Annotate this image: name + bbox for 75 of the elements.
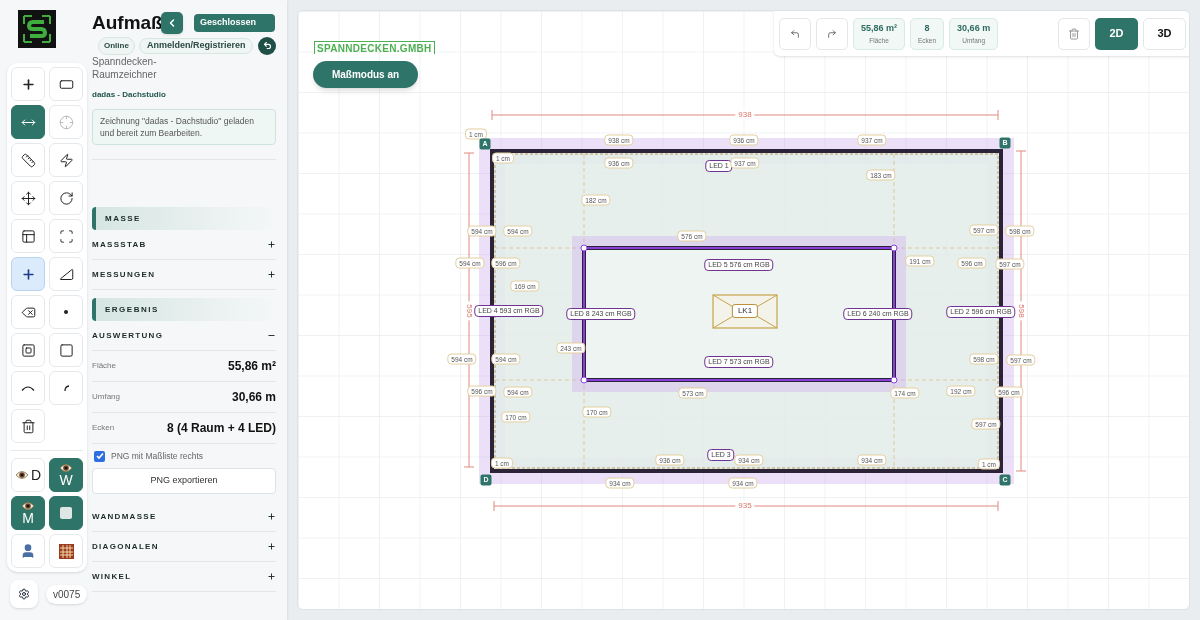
settings-icon [18, 588, 30, 600]
person-icon [20, 543, 36, 559]
redo-icon [827, 28, 837, 39]
measure-mode-button[interactable]: Maßmodus an [313, 61, 418, 88]
login-button[interactable]: Anmelden/Registrieren [138, 37, 254, 54]
app-title: Aufmaß [92, 10, 161, 35]
nested-square-icon [20, 342, 36, 358]
result-label: Umfang [92, 391, 120, 403]
eye-icon [59, 463, 73, 473]
trash-icon [1068, 27, 1080, 40]
frame-icon [58, 228, 74, 244]
layer-toggle[interactable] [49, 496, 83, 530]
expand-icon [267, 572, 276, 581]
app-subtitle: Raumzeichner [92, 68, 158, 81]
move-icon [20, 190, 36, 206]
undo-icon [262, 41, 272, 50]
brand-logo: SPANNDECKEN.GMBH [314, 41, 435, 54]
undo-icon [790, 28, 800, 39]
add-icon [20, 76, 36, 92]
collapse-button[interactable] [161, 12, 183, 34]
app-subtitle: Spanndecken- [92, 55, 158, 68]
grid-button[interactable] [49, 534, 83, 568]
result-value: 8 (4 Raum + 4 LED) [166, 420, 276, 437]
square-icon [60, 507, 72, 519]
view-mode-tab[interactable]: 2D [1095, 17, 1138, 50]
rotate-icon [58, 190, 74, 206]
crosshair-icon [58, 114, 74, 130]
info-message: Zeichnung "dadas - Dachstudio" geladen und bereit zum Bearbeiten. [92, 109, 276, 145]
accordion-header[interactable]: AUSWERTUNG [92, 321, 276, 351]
eye-icon [14, 470, 29, 480]
result-label: Ecken [92, 422, 115, 434]
dimension-label: 595 [464, 301, 474, 321]
checkbox[interactable] [94, 450, 105, 462]
result-value: 55,86 m² [227, 358, 276, 375]
accordion-header[interactable]: WANDMASSE [92, 502, 276, 532]
dimension-label: 598 [1016, 301, 1026, 321]
result-value: 30,66 m [231, 389, 276, 406]
arc-icon [21, 385, 35, 391]
layer-toggle[interactable]: M [11, 496, 45, 530]
layer-toggle[interactable]: W [49, 458, 83, 492]
expand-icon [267, 270, 276, 279]
result-label: Fläche [92, 360, 116, 372]
expand-icon [267, 542, 276, 551]
view-mode-tab[interactable]: 3D [1143, 17, 1186, 50]
ruler-icon [20, 152, 36, 168]
status-badge: Geschlossen [194, 14, 275, 32]
grid-icon [58, 543, 74, 559]
accordion-header[interactable]: MASSSTAB [92, 230, 276, 260]
accordion-header[interactable]: MESSUNGEN [92, 260, 276, 290]
backspace-icon [20, 304, 36, 320]
version-badge: v0075 [46, 584, 88, 604]
expand-icon [267, 512, 276, 521]
online-badge: Online [98, 36, 135, 55]
dot-icon [64, 310, 68, 314]
eye-icon [21, 501, 35, 511]
accordion-header[interactable]: WINKEL [92, 562, 276, 592]
undo-button[interactable] [258, 36, 276, 55]
add-icon [20, 266, 36, 282]
dimension-label: 938 [735, 110, 755, 120]
export-button[interactable]: PNG exportieren [92, 468, 276, 494]
accordion-header[interactable]: DIAGONALEN [92, 532, 276, 562]
right-triangle-icon [58, 266, 74, 282]
logo [18, 10, 56, 48]
checkbox-label: PNG mit Maßliste rechts [111, 449, 204, 463]
project-name: dadas - Dachstudio [92, 89, 167, 101]
square-icon [58, 342, 74, 358]
fixture-label: LK1 [731, 304, 759, 318]
dimension-label: 935 [735, 501, 755, 511]
expand-icon [267, 240, 276, 249]
person-button[interactable] [11, 534, 45, 568]
curve-icon [63, 385, 69, 391]
panel-icon [20, 228, 36, 244]
trash-icon [20, 418, 36, 434]
settings-button[interactable] [10, 580, 38, 608]
layer-toggle[interactable]: D [11, 458, 45, 492]
